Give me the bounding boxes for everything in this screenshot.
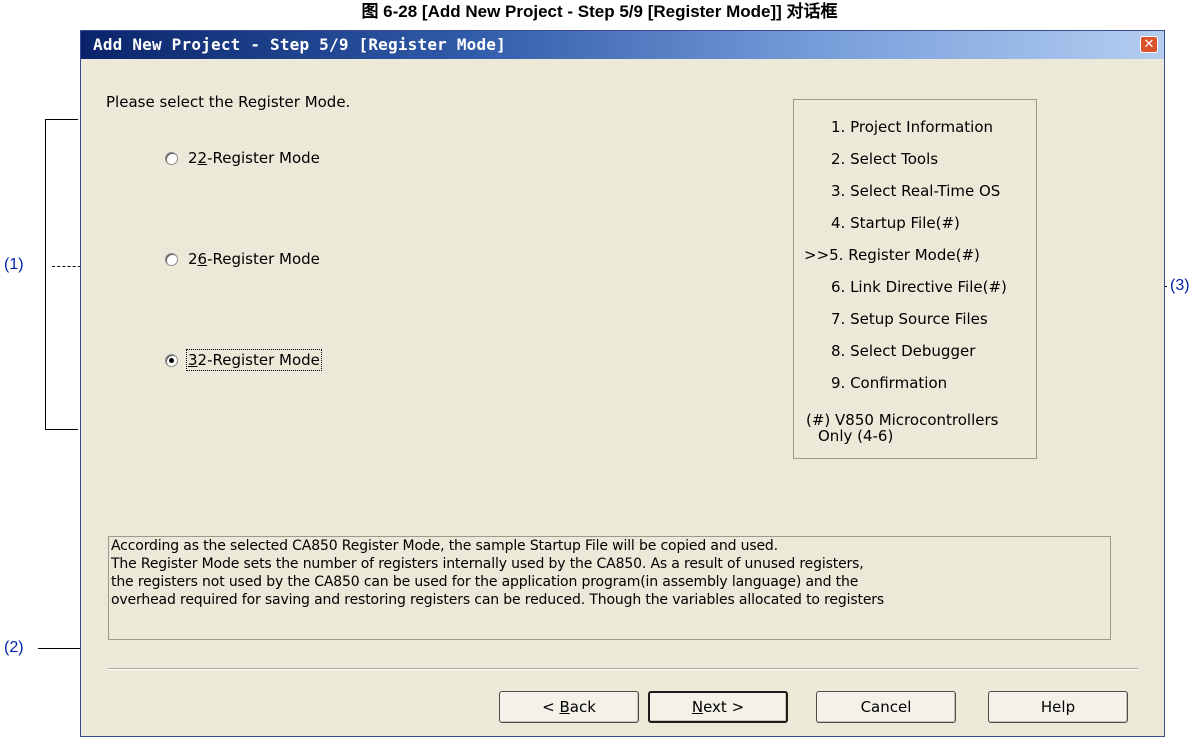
step-item: 8. Select Debugger: [831, 342, 976, 360]
radio-22-register-mode[interactable]: 22-Register Mode: [165, 149, 320, 167]
step-item: 6. Link Directive File(#): [831, 278, 1007, 296]
step-item: 2. Select Tools: [831, 150, 939, 168]
radio-circle[interactable]: [165, 151, 178, 165]
annotation-2: (2): [4, 639, 24, 656]
step-item: 9. Confirmation: [831, 374, 948, 392]
step-item: 7. Setup Source Files: [831, 310, 988, 328]
next-button[interactable]: Next >: [648, 691, 788, 723]
step-item: 3. Select Real-Time OS: [831, 182, 1001, 200]
back-button[interactable]: < Back: [499, 691, 639, 723]
description-box: According as the selected CA850 Register…: [108, 536, 1111, 640]
annotation-1: (1): [4, 256, 24, 273]
radio-32-register-mode[interactable]: 32-Register Mode: [165, 349, 322, 371]
description-line: overhead required for saving and restori…: [111, 592, 885, 608]
description-line: the registers not used by the CA850 can …: [111, 574, 859, 590]
close-button[interactable]: ✕: [1140, 36, 1158, 53]
title-bar[interactable]: Add New Project - Step 5/9 [Register Mod…: [81, 31, 1164, 59]
radio-label: 22-Register Mode: [188, 149, 320, 167]
description-line: The Register Mode sets the number of reg…: [111, 556, 864, 572]
steps-note: (#) V850 Microcontrollers Only (4-6): [806, 412, 998, 444]
bracket-top: [45, 119, 78, 120]
help-button[interactable]: Help: [988, 691, 1128, 723]
step-item: 4. Startup File(#): [831, 214, 960, 232]
dialog-title: Add New Project - Step 5/9 [Register Mod…: [93, 35, 506, 54]
steps-note-line2: Only (4-6): [818, 427, 894, 445]
close-icon: ✕: [1143, 37, 1155, 52]
steps-panel: 1. Project Information 2. Select Tools 3…: [793, 99, 1037, 459]
prompt-text: Please select the Register Mode.: [106, 93, 351, 111]
step-item: 1. Project Information: [831, 118, 993, 136]
radio-label: 32-Register Mode: [186, 349, 322, 371]
radio-26-register-mode[interactable]: 26-Register Mode: [165, 250, 320, 268]
radio-circle[interactable]: [165, 252, 178, 266]
description-line: According as the selected CA850 Register…: [111, 538, 778, 554]
step-item-current: >>5. Register Mode(#): [804, 246, 980, 264]
bracket-vertical: [45, 119, 46, 429]
figure-caption: 图 6-28 [Add New Project - Step 5/9 [Regi…: [361, 2, 838, 21]
radio-label: 26-Register Mode: [188, 250, 320, 268]
dialog-window: Add New Project - Step 5/9 [Register Mod…: [80, 30, 1165, 737]
steps-note-line1: (#) V850 Microcontrollers: [806, 411, 999, 429]
annotation-3: (3): [1170, 277, 1190, 294]
bracket-bottom: [45, 429, 78, 430]
separator: [108, 668, 1138, 670]
cancel-button[interactable]: Cancel: [816, 691, 956, 723]
radio-circle-selected[interactable]: [165, 353, 178, 367]
